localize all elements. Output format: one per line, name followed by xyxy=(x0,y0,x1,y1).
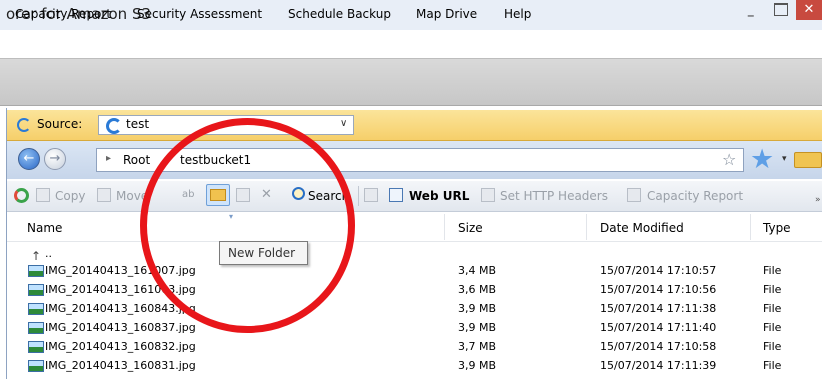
column-header-type[interactable]: Type xyxy=(763,221,791,235)
column-header-date[interactable]: Date Modified xyxy=(600,221,684,235)
chevron-down-icon[interactable]: ∨ xyxy=(340,118,347,129)
parent-folder-icon: ↑ xyxy=(31,249,42,263)
column-header-name[interactable]: Name xyxy=(27,221,62,235)
file-size: 3,9 MB xyxy=(458,321,497,334)
copy-button[interactable]: Copy xyxy=(55,189,85,203)
file-name[interactable]: IMG_20140413_160837.jpg xyxy=(45,321,196,334)
column-divider[interactable] xyxy=(586,214,587,240)
web-url-button[interactable]: Web URL xyxy=(409,189,469,203)
source-logo-icon xyxy=(17,118,31,132)
column-divider[interactable] xyxy=(750,214,751,240)
file-date: 15/07/2014 17:10:57 xyxy=(600,264,717,277)
table-row-parent[interactable] xyxy=(7,244,822,264)
file-name[interactable]: IMG_20140413_160831.jpg xyxy=(45,359,196,372)
http-headers-icon xyxy=(481,188,495,202)
delete-icon[interactable]: ✕ xyxy=(261,187,272,202)
file-size: 3,6 MB xyxy=(458,283,497,296)
new-folder-icon xyxy=(210,189,226,201)
file-type: File xyxy=(763,264,782,277)
bookmark-star-icon[interactable]: ☆ xyxy=(722,150,736,169)
breadcrumb-bucket[interactable]: testbucket1 xyxy=(180,153,251,167)
refresh-icon[interactable] xyxy=(14,188,29,203)
file-date: 15/07/2014 17:11:39 xyxy=(600,359,717,372)
image-file-icon xyxy=(28,265,44,277)
toolbar-overflow-icon[interactable]: » xyxy=(815,195,821,205)
account-logo-icon xyxy=(106,118,122,134)
column-header-size[interactable]: Size xyxy=(458,221,483,235)
menu-schedule-backup[interactable]: Schedule Backup xyxy=(288,7,391,21)
folder-icon[interactable] xyxy=(794,152,822,168)
source-value: test xyxy=(126,117,150,131)
ribbon-area xyxy=(0,58,822,106)
rename-button[interactable]: ab xyxy=(182,189,194,200)
source-label: Source: xyxy=(37,117,83,131)
search-button[interactable]: Search xyxy=(308,189,349,203)
file-name[interactable]: IMG_20140413_160832.jpg xyxy=(45,340,196,353)
favorites-star-icon[interactable]: ★ xyxy=(750,144,774,175)
close-button[interactable]: ✕ xyxy=(796,0,822,20)
image-file-icon xyxy=(28,322,44,334)
file-date: 15/07/2014 17:11:38 xyxy=(600,302,717,315)
file-size: 3,4 MB xyxy=(458,264,497,277)
column-divider[interactable] xyxy=(444,214,445,240)
move-icon xyxy=(97,188,111,202)
parent-folder-label[interactable]: .. xyxy=(45,247,52,260)
toolbar-separator xyxy=(358,186,359,206)
image-file-icon xyxy=(28,303,44,315)
menu-security-assessment[interactable]: Security Assessment xyxy=(137,7,262,21)
document-icon xyxy=(389,188,403,202)
file-name[interactable]: IMG_20140413_161003.jpg xyxy=(45,283,196,296)
file-date: 15/07/2014 17:10:56 xyxy=(600,283,717,296)
file-size: 3,7 MB xyxy=(458,340,497,353)
breadcrumb-separator-icon[interactable]: ▸ xyxy=(106,153,111,164)
sort-indicator-icon: ▾ xyxy=(229,212,234,221)
bucket-icon[interactable] xyxy=(236,188,250,202)
menu-bar xyxy=(0,30,822,58)
set-http-headers-button[interactable]: Set HTTP Headers xyxy=(500,189,608,203)
file-type: File xyxy=(763,283,782,296)
capacity-report-icon xyxy=(627,188,641,202)
file-size: 3,9 MB xyxy=(458,359,497,372)
file-name[interactable]: IMG_20140413_161007.jpg xyxy=(45,264,196,277)
search-icon xyxy=(292,187,305,200)
capacity-report-button[interactable]: Capacity Report xyxy=(647,189,743,203)
file-date: 15/07/2014 17:11:40 xyxy=(600,321,717,334)
tooltip-text: New Folder xyxy=(228,246,296,260)
file-type: File xyxy=(763,302,782,315)
breadcrumb-root[interactable]: Root xyxy=(123,153,150,167)
file-date: 15/07/2014 17:10:58 xyxy=(600,340,717,353)
favorites-dropdown-icon[interactable]: ▾ xyxy=(782,154,787,164)
menu-capacity-report[interactable]: Capacity Report xyxy=(15,7,111,21)
file-type: File xyxy=(763,321,782,334)
file-type: File xyxy=(763,340,782,353)
image-file-icon xyxy=(28,284,44,296)
title-bar: orer for Amazon S3 xyxy=(0,0,822,30)
minimize-button[interactable]: – xyxy=(747,6,755,24)
image-file-icon xyxy=(28,341,44,353)
image-file-icon xyxy=(28,360,44,372)
menu-map-drive[interactable]: Map Drive xyxy=(416,7,477,21)
table-header xyxy=(7,213,822,242)
file-type: File xyxy=(763,359,782,372)
file-size: 3,9 MB xyxy=(458,302,497,315)
back-button[interactable]: ← xyxy=(18,148,40,170)
copy-icon xyxy=(36,188,50,202)
menu-help[interactable]: Help xyxy=(504,7,531,21)
forward-button[interactable]: → xyxy=(44,148,66,170)
properties-icon[interactable] xyxy=(364,188,378,202)
maximize-button[interactable] xyxy=(774,3,788,16)
file-name[interactable]: IMG_20140413_160843.jpg xyxy=(45,302,196,315)
move-button[interactable]: Move xyxy=(116,189,148,203)
